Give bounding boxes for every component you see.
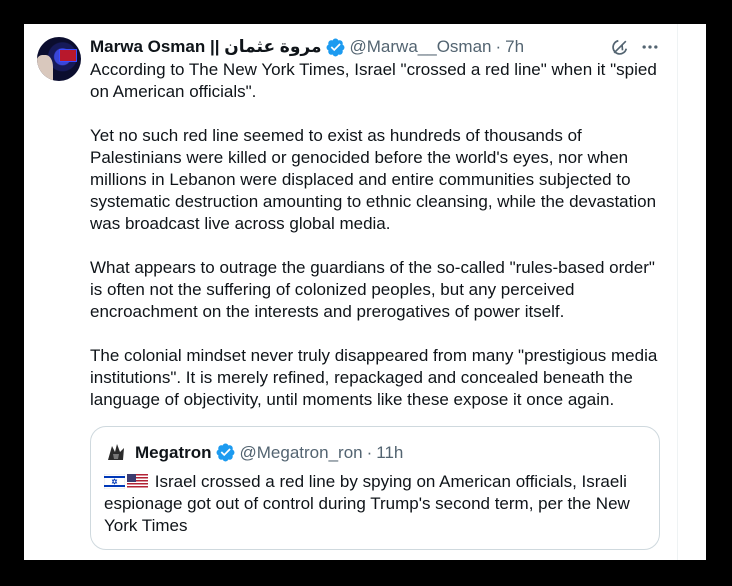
us-flag-icon: [127, 474, 148, 489]
column-divider: [677, 24, 678, 560]
author-name[interactable]: Marwa Osman || مروة عثمان: [90, 37, 322, 57]
israel-flag-icon: [104, 474, 125, 489]
quoted-author-handle[interactable]: @Megatron_ron: [240, 443, 363, 463]
tweet-paragraph: The colonial mindset never truly disappe…: [90, 346, 658, 409]
quoted-tweet[interactable]: Megatron @Megatron_ron · 11h Israel cros…: [90, 426, 660, 550]
tweet-paragraph: What appears to outrage the guardians of…: [90, 258, 655, 321]
quoted-header-separator: ·: [366, 442, 373, 462]
tweet-header: Marwa Osman || مروة عثمان @Marwa__Osman …: [90, 36, 524, 58]
header-separator: ·: [495, 37, 502, 56]
quoted-author-name[interactable]: Megatron: [135, 443, 212, 463]
quoted-author-avatar[interactable]: [104, 440, 128, 464]
author-avatar[interactable]: [37, 37, 81, 81]
more-options-icon[interactable]: [640, 37, 660, 57]
grok-icon[interactable]: [610, 37, 630, 57]
author-handle[interactable]: @Marwa__Osman: [350, 37, 492, 57]
quoted-timestamp[interactable]: 11h: [376, 443, 403, 463]
quoted-text: Israel crossed a red line by spying on A…: [104, 471, 649, 537]
verified-badge-icon: [326, 38, 344, 56]
tweet-paragraph: Yet no such red line seemed to exist as …: [90, 126, 657, 233]
tweet-text: According to The New York Times, Israel …: [90, 59, 670, 433]
quoted-header: Megatron @Megatron_ron · 11h: [135, 442, 403, 463]
tweet-timestamp[interactable]: 7h: [505, 37, 524, 57]
avatar-flag: [59, 49, 77, 62]
tweet-paragraph: According to The New York Times, Israel …: [90, 60, 657, 101]
quoted-tweet-body: Israel crossed a red line by spying on A…: [104, 472, 630, 535]
tweet-card[interactable]: Marwa Osman || مروة عثمان @Marwa__Osman …: [24, 24, 706, 560]
avatar-person: [37, 55, 53, 81]
verified-badge-icon: [216, 443, 234, 462]
